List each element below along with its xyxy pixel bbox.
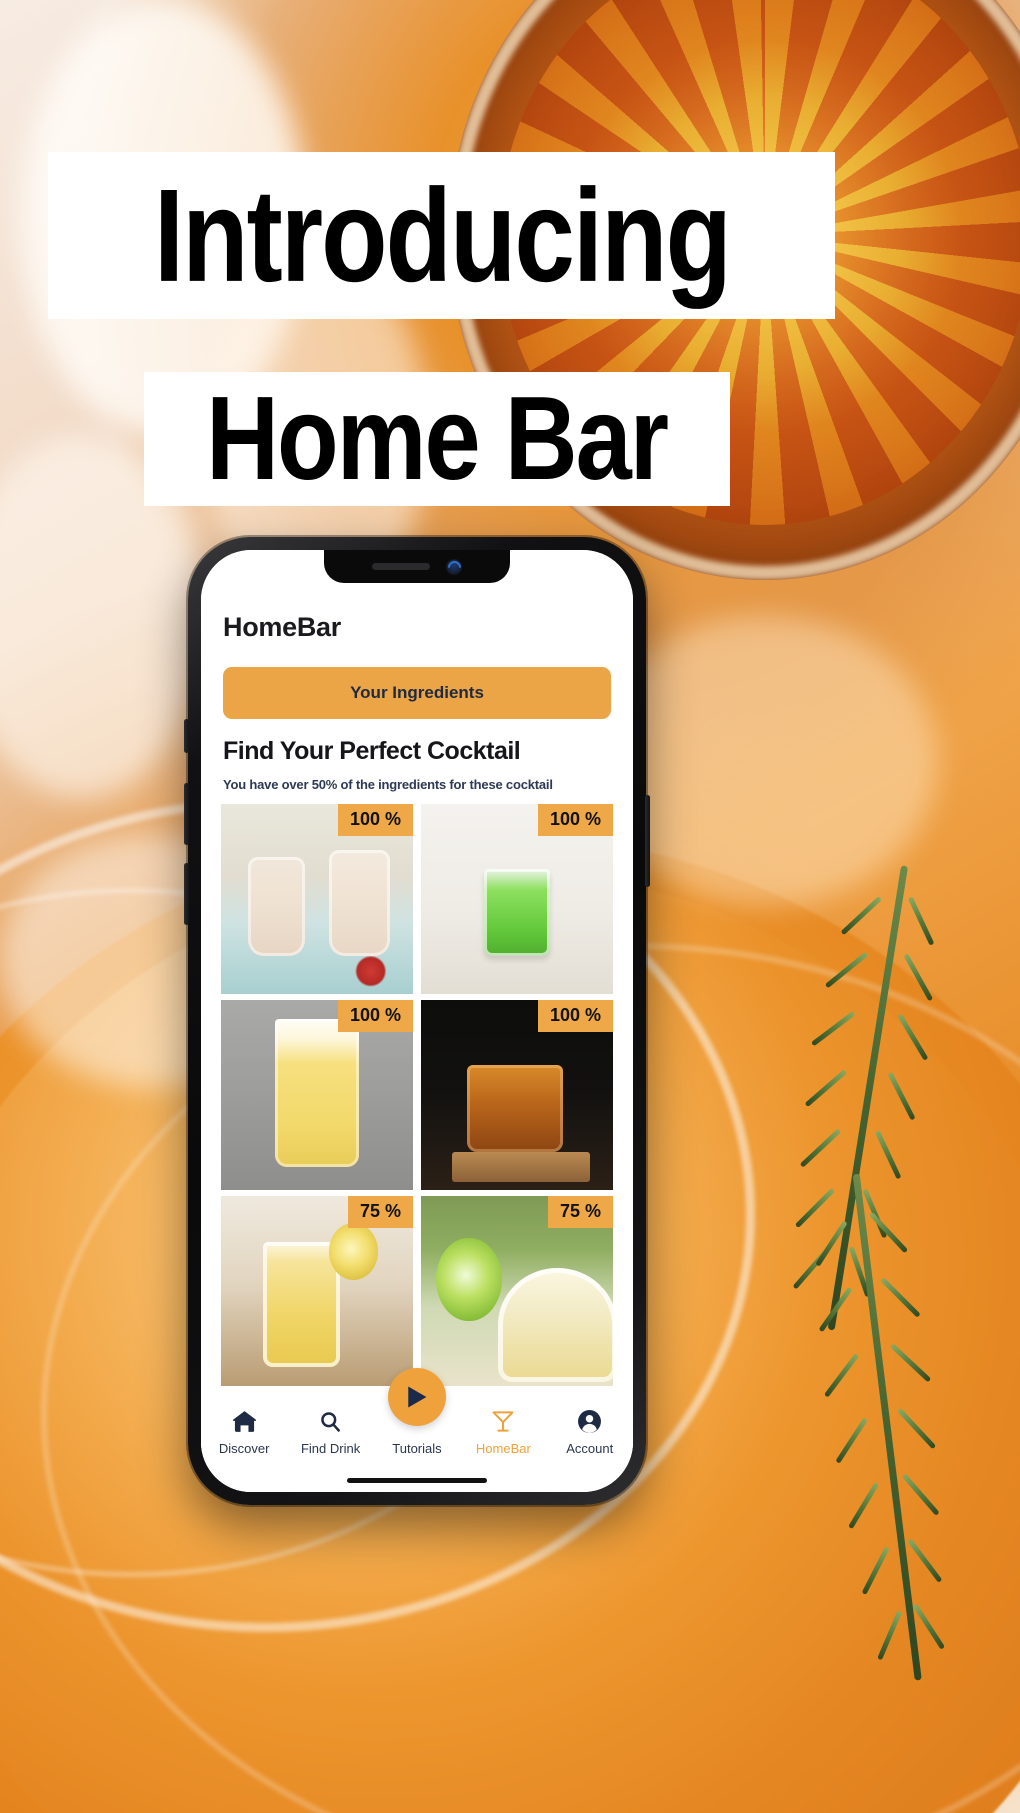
cocktail-card[interactable]: 100 % (421, 804, 613, 994)
search-icon (319, 1408, 342, 1434)
match-percentage-badge: 75 % (347, 1196, 413, 1228)
nav-item-discover[interactable]: Discover (201, 1408, 287, 1456)
match-percentage-badge: 100 % (537, 1000, 613, 1032)
nav-label: Find Drink (300, 1441, 361, 1456)
home-indicator (347, 1478, 487, 1483)
phone-mockup: HomeBar Your Ingredients Find Your Perfe… (184, 537, 650, 1505)
nav-label: Tutorials (392, 1441, 442, 1456)
app-title: HomeBar (223, 612, 341, 642)
promo-poster: Introducing Home Bar HomeBar Your Ingred… (0, 0, 1020, 1813)
match-percentage-badge: 75 % (547, 1196, 613, 1228)
your-ingredients-button[interactable]: Your Ingredients (223, 667, 611, 719)
front-camera-icon (446, 558, 462, 575)
power-button[interactable] (645, 795, 650, 887)
home-icon (232, 1408, 257, 1434)
nav-label: Account (566, 1441, 614, 1456)
cocktail-card[interactable]: 75 % (221, 1196, 413, 1386)
phone-screen: HomeBar Your Ingredients Find Your Perfe… (201, 550, 633, 1492)
phone-notch (324, 550, 510, 583)
app-screen: HomeBar Your Ingredients Find Your Perfe… (201, 550, 633, 1492)
account-circle-icon (577, 1408, 602, 1434)
play-icon (408, 1386, 427, 1408)
nav-label: HomeBar (475, 1441, 531, 1456)
cocktail-card[interactable]: 100 % (221, 1000, 413, 1190)
match-percentage-badge: 100 % (337, 804, 413, 836)
volume-down-button[interactable] (184, 863, 189, 925)
cocktail-card[interactable]: 100 % (421, 1000, 613, 1190)
cocktail-glass-icon (491, 1408, 515, 1434)
section-title: Find Your Perfect Cocktail (223, 737, 521, 765)
mute-switch[interactable] (184, 719, 189, 753)
headline-line-1: Introducing (153, 161, 731, 310)
volume-up-button[interactable] (184, 783, 189, 845)
match-percentage-badge: 100 % (337, 1000, 413, 1032)
headline-line-2: Home Bar (206, 372, 669, 505)
nav-item-homebar[interactable]: HomeBar (460, 1408, 546, 1456)
cocktail-grid: 100 % 100 % 100 % 100 % 75 % 75 % (201, 804, 633, 1396)
tutorials-play-fab[interactable] (388, 1368, 446, 1426)
nav-item-account[interactable]: Account (547, 1408, 633, 1456)
nav-item-find-drink[interactable]: Find Drink (288, 1408, 374, 1456)
headline-banner-2: Home Bar (144, 372, 730, 506)
speaker-slot-icon (372, 563, 430, 570)
nav-label: Discover (218, 1441, 270, 1456)
cocktail-card[interactable]: 100 % (221, 804, 413, 994)
cocktail-card[interactable]: 75 % (421, 1196, 613, 1386)
section-subtitle: You have over 50% of the ingredients for… (223, 777, 553, 792)
match-percentage-badge: 100 % (537, 804, 613, 836)
headline-banner-1: Introducing (48, 152, 835, 319)
